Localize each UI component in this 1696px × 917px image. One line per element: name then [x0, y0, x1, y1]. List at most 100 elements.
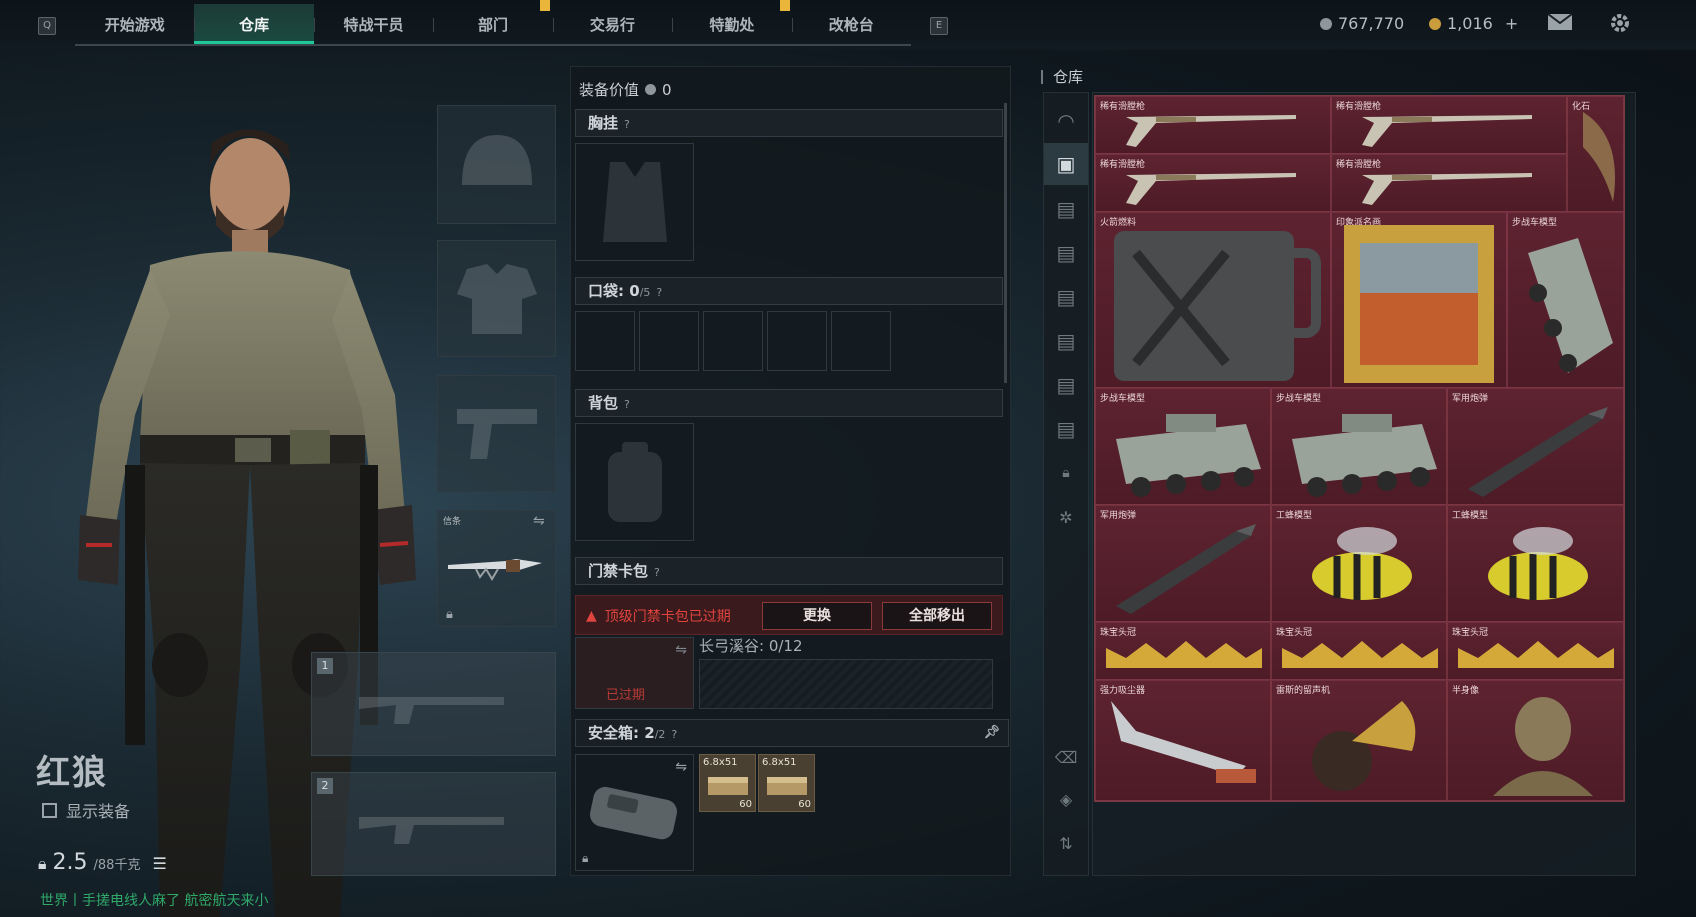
warehouse-page-icon[interactable]: ▤ [1044, 189, 1088, 229]
item-rare-musket[interactable]: 稀有滑膛枪 [1095, 96, 1331, 154]
tab-start-game[interactable]: 开始游戏 [75, 4, 194, 44]
help-icon[interactable]: ? [656, 286, 662, 299]
alert-message: ▲ 顶级门禁卡包已过期 [586, 606, 731, 626]
keycard-grid[interactable] [699, 659, 993, 709]
item-military-shell[interactable]: 军用炮弹 [1095, 505, 1271, 622]
gear-icon[interactable]: ✲ [1044, 503, 1088, 533]
swap-icon[interactable]: ⇋ [533, 513, 545, 529]
warehouse-title-text: 仓库 [1053, 68, 1084, 86]
world-chat-line[interactable]: 世界丨手搓电线人麻了 航密航天来小 [40, 890, 268, 910]
mail-icon[interactable] [1547, 12, 1573, 38]
tab-gunsmith[interactable]: 改枪台 [791, 4, 911, 44]
help-icon[interactable]: ? [671, 728, 677, 741]
sort-icon[interactable]: ⇅ [1044, 829, 1088, 859]
body-armor-icon [456, 263, 537, 334]
chest-rig-slot[interactable] [575, 143, 694, 261]
item-ifv-model[interactable]: 步战车模型 [1095, 388, 1271, 505]
pin-icon[interactable]: 📌︎ [983, 720, 1000, 746]
fuel-can-icon [1114, 231, 1321, 381]
key-hint-e: E [930, 17, 948, 35]
pocket-slot[interactable] [767, 311, 827, 371]
pocket-slot[interactable] [703, 311, 763, 371]
pocket-slot[interactable] [831, 311, 891, 371]
swap-icon[interactable]: ⇋ [675, 759, 687, 775]
help-icon[interactable]: ? [654, 566, 660, 579]
ammo-item[interactable]: 6.8x51 60 [758, 754, 815, 812]
item-vacuum-cleaner[interactable]: 强力吸尘器 [1095, 680, 1271, 801]
safebox-slot[interactable]: ⇋ 🔒︎ [575, 754, 694, 871]
ammo-item[interactable]: 6.8x51 60 [699, 754, 756, 812]
keycard-bag-slot[interactable]: 已过期 ⇋ [575, 637, 694, 709]
weight-value: 2.5 [52, 850, 88, 875]
notification-marker [780, 0, 790, 11]
helmet-icon [461, 134, 532, 185]
tab-warehouse[interactable]: 仓库 [194, 4, 314, 44]
item-rocket-fuel[interactable]: 火箭燃料 [1095, 212, 1331, 388]
knife-icon [448, 559, 542, 581]
warehouse-page-icon[interactable]: ▣ [1044, 143, 1088, 185]
lock-icon[interactable]: 🔒︎ [1044, 458, 1088, 488]
layers-icon[interactable]: ◈ [1044, 785, 1088, 815]
backpack-label: 背包 [588, 394, 619, 412]
item-jeweled-crown[interactable]: 珠宝头冠 [1447, 622, 1624, 680]
primary-weapon-slot-1[interactable]: 1 [311, 652, 556, 756]
armor-slot[interactable] [437, 240, 556, 357]
item-rare-musket[interactable]: 稀有滑膛枪 [1331, 154, 1567, 212]
melee-slot[interactable]: 信条 ⇋ 🔒︎ [437, 510, 556, 627]
warehouse-title: 仓库 [1041, 66, 1083, 87]
pocket-slot[interactable] [639, 311, 699, 371]
list-icon[interactable]: ☰ [152, 854, 166, 873]
item-worker-bee-model[interactable]: 工蜂模型 [1447, 505, 1624, 622]
warehouse-page-icon[interactable]: ▤ [1044, 409, 1088, 449]
backpack-slot[interactable] [575, 423, 694, 541]
keycard-label: 门禁卡包 [588, 562, 649, 580]
swap-icon[interactable]: ⇋ [675, 642, 687, 658]
crown-icon [1458, 641, 1614, 668]
item-fossil[interactable]: 化石 [1567, 96, 1624, 212]
pockets-label: 口袋 [588, 282, 619, 300]
primary-weapon-slot-2[interactable]: 2 [311, 772, 556, 876]
warehouse-page-icon[interactable]: ▤ [1044, 321, 1088, 361]
item-rare-musket[interactable]: 稀有滑膛枪 [1331, 96, 1567, 154]
carry-weight: 🔒︎ 2.5 /88千克 ☰ [38, 850, 167, 875]
pocket-slot[interactable] [575, 311, 635, 371]
add-currency-button[interactable]: + [1505, 14, 1518, 33]
keycard-zone-label: 长弓溪谷: 0/12 [699, 637, 803, 655]
item-ifv-model[interactable]: 步战车模型 [1507, 212, 1624, 388]
item-bust[interactable]: 半身像 [1447, 680, 1624, 801]
item-jeweled-crown[interactable]: 珠宝头冠 [1095, 622, 1271, 680]
show-gear-checkbox[interactable] [42, 802, 57, 818]
rifle-icon [358, 697, 504, 724]
item-gramophone[interactable]: 雷斯的留声机 [1271, 680, 1447, 801]
lock-icon: 🔒︎ [582, 851, 589, 865]
tab-department[interactable]: 部门 [433, 4, 552, 44]
musket-icon [1126, 173, 1296, 205]
warehouse-page-icon[interactable]: ▤ [1044, 277, 1088, 317]
tab-trade-house[interactable]: 交易行 [552, 4, 672, 44]
remove-all-button[interactable]: 全部移出 [882, 602, 992, 630]
trash-icon[interactable]: ⌫ [1044, 743, 1088, 773]
helmet-slot[interactable] [437, 105, 556, 224]
help-icon[interactable]: ? [624, 398, 630, 411]
tab-special-ops[interactable]: 特勤处 [672, 4, 791, 44]
ammo-label: 6.8x51 [703, 757, 738, 768]
gear-icon[interactable] [1609, 12, 1631, 40]
item-worker-bee-model[interactable]: 工蜂模型 [1271, 505, 1447, 622]
keycard-expired-alert: ▲ 顶级门禁卡包已过期 更换 全部移出 [575, 595, 1003, 635]
warehouse-page-icon[interactable]: ▤ [1044, 233, 1088, 273]
tab-operators[interactable]: 特战干员 [313, 4, 433, 44]
item-ifv-model[interactable]: 步战车模型 [1271, 388, 1447, 505]
warehouse-page-icon[interactable]: ▤ [1044, 365, 1088, 405]
headphone-icon[interactable]: ◠ [1044, 101, 1088, 141]
equipment-scrollbar[interactable] [1004, 103, 1007, 383]
replace-button[interactable]: 更换 [762, 602, 872, 630]
show-gear-toggle[interactable]: 显示装备 [42, 798, 130, 822]
item-jeweled-crown[interactable]: 珠宝头冠 [1271, 622, 1447, 680]
item-military-shell[interactable]: 军用炮弹 [1447, 388, 1624, 505]
item-impressionist-painting[interactable]: 印象派名画 [1331, 212, 1507, 388]
safebox-max: /2 [654, 728, 666, 741]
help-icon[interactable]: ? [624, 118, 630, 131]
item-rare-musket[interactable]: 稀有滑膛枪 [1095, 154, 1331, 212]
pistol-slot[interactable] [437, 375, 556, 492]
bust-icon [1493, 697, 1593, 796]
